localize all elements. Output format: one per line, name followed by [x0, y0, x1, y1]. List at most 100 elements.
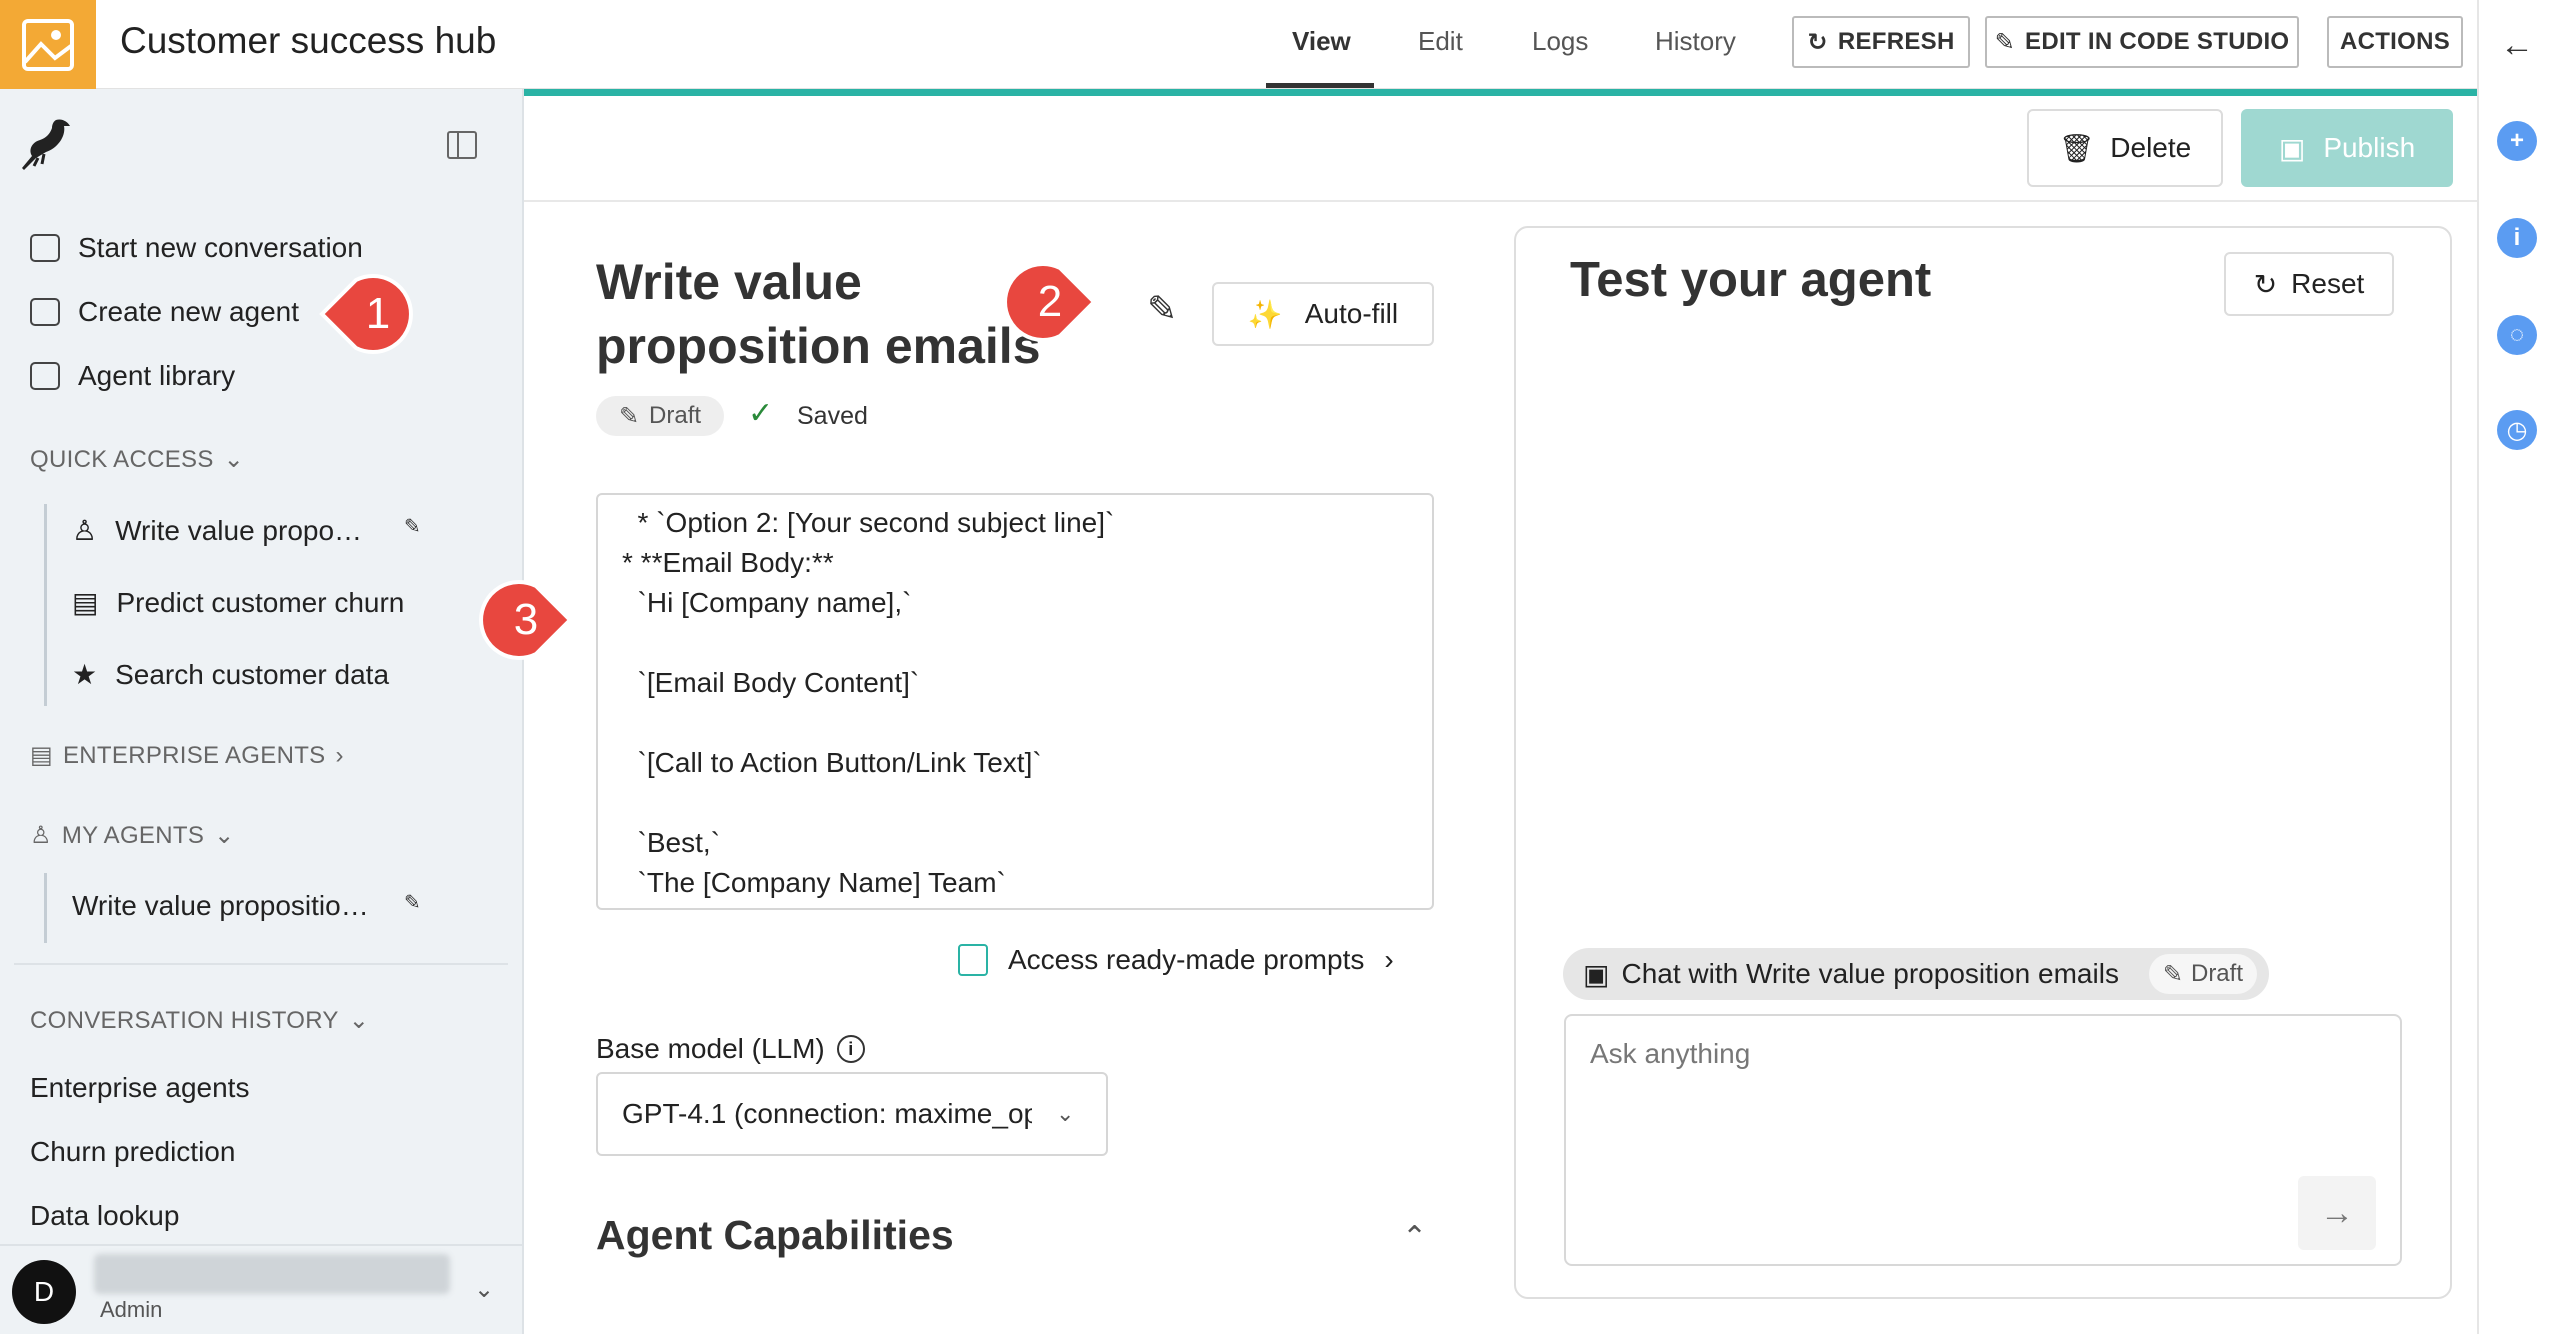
annotation-callout-1: 1	[318, 272, 414, 356]
briefcase-icon: ▤	[30, 742, 53, 769]
bird-logo-icon	[18, 114, 74, 174]
tab-edit[interactable]: Edit	[1418, 26, 1463, 57]
prompt-line: * `Option 2: [Your second subject line]`	[622, 507, 1115, 538]
base-model-label-text: Base model (LLM)	[596, 1033, 825, 1064]
history-item[interactable]: Data lookup	[30, 1200, 179, 1232]
document-icon	[958, 944, 988, 976]
quick-access-header[interactable]: QUICK ACCESS ⌄	[30, 445, 244, 474]
prompt-textarea[interactable]: * `Option 2: [Your second subject line]`…	[596, 493, 1434, 910]
my-agents-item-write-value[interactable]: Write value propositio…	[72, 890, 369, 922]
callout-number: 1	[366, 289, 390, 338]
refresh-icon: ↻	[1807, 28, 1828, 56]
agent-title: Write value proposition emails	[596, 254, 1041, 374]
prompt-line	[622, 703, 1408, 743]
enterprise-agents-header[interactable]: ▤ ENTERPRISE AGENTS ›	[30, 741, 344, 770]
draft-icon: ✎	[618, 402, 640, 430]
draft-label: Draft	[649, 402, 702, 429]
sidebar-divider	[14, 963, 508, 965]
refresh-button[interactable]: ↻ REFRESH	[1792, 16, 1970, 68]
refresh-icon: ↻	[2253, 268, 2278, 300]
ready-made-prompts-link[interactable]: Access ready-made prompts ›	[958, 944, 1394, 976]
quick-access-label: QUICK ACCESS	[30, 445, 214, 473]
library-icon	[30, 362, 60, 390]
annotation-callout-2: 2	[1002, 260, 1098, 344]
draft-badge-icon: ✎	[404, 892, 421, 914]
publish-icon: ▣	[2278, 132, 2306, 164]
reset-button[interactable]: ↻ Reset	[2224, 252, 2394, 316]
prompt-line: `[Call to Action Button/Link Text]`	[622, 747, 1042, 778]
info-icon[interactable]: i	[2497, 218, 2537, 258]
saved-status: Saved	[797, 402, 868, 430]
quick-access-item-predict-churn[interactable]: ▤ Predict customer churn	[72, 586, 404, 619]
chevron-down-icon: ⌄	[348, 1007, 370, 1034]
chat-input[interactable]: Ask anything	[1564, 1014, 2402, 1266]
quick-access-item-label: Write value propo…	[115, 514, 363, 546]
ready-made-prompts-label: Access ready-made prompts	[1008, 944, 1365, 975]
sidebar-collapse-icon[interactable]	[447, 131, 477, 159]
info-icon[interactable]: i	[836, 1035, 865, 1063]
prompt-line: * **Email Body:**	[622, 547, 834, 578]
prompt-line: `Hi [Company name],`	[622, 587, 912, 618]
base-model-label: Base model (LLM) i	[596, 1033, 865, 1065]
publish-label: Publish	[2323, 132, 2416, 163]
create-new-agent-link[interactable]: Create new agent	[30, 296, 299, 328]
my-agents-header[interactable]: ♙ MY AGENTS ⌄	[30, 821, 235, 850]
start-new-conversation-label: Start new conversation	[78, 232, 363, 263]
tab-logs[interactable]: Logs	[1532, 26, 1588, 57]
agent-library-label: Agent library	[78, 360, 236, 391]
delete-button[interactable]: 🗑 Delete	[2027, 109, 2223, 187]
annotation-callout-3: 3	[478, 578, 574, 662]
chevron-down-icon: ⌄	[214, 822, 235, 849]
edit-pencil-icon[interactable]: ✎	[1147, 288, 1177, 330]
quick-access-item-search-data[interactable]: ★ Search customer data	[72, 658, 389, 691]
chevron-down-icon: ⌄	[223, 446, 245, 473]
draft-icon: ✎	[2162, 960, 2183, 988]
right-rail	[2477, 0, 2554, 1334]
history-item[interactable]: Enterprise agents	[30, 1072, 249, 1104]
clock-icon[interactable]: ◷	[2497, 410, 2537, 450]
person-icon: ♙	[30, 822, 52, 849]
prompt-line: `The [Company Name] Team`	[622, 867, 1006, 898]
app-title: Customer success hub	[120, 20, 497, 61]
history-item[interactable]: Churn prediction	[30, 1136, 235, 1168]
tab-view[interactable]: View	[1292, 26, 1351, 57]
agent-library-link[interactable]: Agent library	[30, 360, 235, 392]
chat-plus-icon	[30, 234, 60, 262]
callout-number: 3	[514, 595, 538, 644]
conversation-history-label: CONVERSATION HISTORY	[30, 1006, 339, 1034]
edit-in-code-studio-button[interactable]: ✎ EDIT IN CODE STUDIO	[1985, 16, 2299, 68]
person-icon: ♙	[72, 515, 98, 546]
user-name-redacted	[94, 1254, 450, 1294]
plus-icon[interactable]: +	[2497, 121, 2537, 161]
chevron-down-icon[interactable]: ⌄	[474, 1275, 494, 1304]
app-logo-icon[interactable]	[0, 0, 96, 89]
auto-fill-button[interactable]: ✨ Auto-fill	[1212, 282, 1434, 346]
send-button[interactable]: →	[2298, 1176, 2376, 1250]
tree-line	[44, 873, 47, 943]
star-icon: ★	[72, 659, 98, 690]
conversation-history-header[interactable]: CONVERSATION HISTORY ⌄	[30, 1006, 369, 1035]
chevron-up-icon[interactable]: ⌃	[1402, 1220, 1427, 1255]
chevron-down-icon: ⌄	[1056, 1101, 1075, 1126]
agent-icon: ▣	[1583, 958, 1610, 990]
start-new-conversation-link[interactable]: Start new conversation	[30, 232, 363, 264]
chat-bubble-icon[interactable]: ◌	[2497, 315, 2537, 355]
delete-label: Delete	[2110, 132, 2192, 163]
code-studio-label: EDIT IN CODE STUDIO	[2025, 28, 2290, 55]
base-model-select[interactable]: GPT-4.1 (connection: maxime_openai) ⌄	[596, 1072, 1108, 1156]
base-model-value: GPT-4.1 (connection: maxime_openai)	[622, 1098, 1032, 1129]
quick-access-item-write-value[interactable]: ♙ Write value propo…	[72, 514, 362, 547]
tab-history[interactable]: History	[1655, 26, 1736, 57]
publish-button[interactable]: ▣ Publish	[2241, 109, 2453, 187]
collapse-arrow-icon[interactable]: ←	[2500, 26, 2534, 65]
add-square-icon	[30, 298, 60, 326]
user-role: Admin	[100, 1297, 163, 1322]
draft-label: Draft	[2190, 960, 2243, 987]
draft-status-badge: ✎ Draft	[596, 396, 724, 436]
callout-number: 2	[1038, 277, 1062, 326]
box-icon: ▤	[72, 587, 99, 618]
actions-button[interactable]: ACTIONS	[2327, 16, 2463, 68]
avatar[interactable]: D	[12, 1260, 76, 1324]
refresh-label: REFRESH	[1837, 28, 1955, 55]
prompt-line	[622, 623, 1408, 663]
